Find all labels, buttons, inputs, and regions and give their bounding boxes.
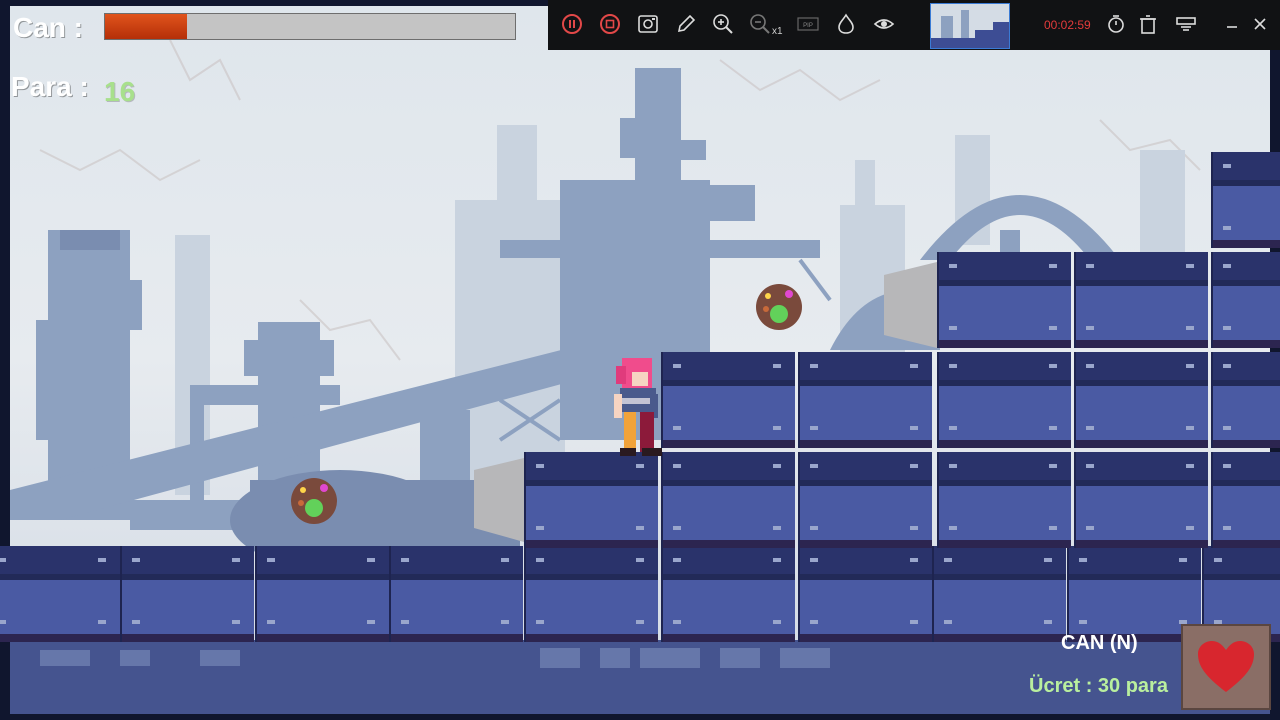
trash-icon[interactable] (1136, 12, 1160, 36)
health-label: Can : (13, 12, 83, 43)
game-viewport[interactable]: Can : Para : 16 CAN (N) Ücret : 30 para (0, 0, 1280, 720)
zoom-level: x1 (772, 26, 783, 37)
zoom-out-icon[interactable] (748, 12, 772, 36)
health-bar (104, 13, 516, 40)
shop-item-button[interactable] (1181, 624, 1271, 710)
health-bar-fill (105, 14, 187, 39)
shop-item-price: Ücret : 30 para (1029, 675, 1168, 697)
recorder-toolbar: x1 PIP 00:02:59 (548, 0, 1280, 50)
money-value: 16 (104, 76, 136, 107)
player-character (614, 358, 662, 456)
stop-icon[interactable] (598, 12, 622, 36)
eye-icon[interactable] (872, 12, 896, 36)
pip-label: PIP (803, 23, 813, 29)
recording-preview-thumbnail[interactable] (930, 3, 1010, 49)
money-label: Para : (11, 71, 89, 102)
drop-icon[interactable] (834, 12, 858, 36)
pause-icon[interactable] (560, 12, 584, 36)
heart-icon (1198, 641, 1254, 692)
screenshot-icon[interactable] (636, 12, 660, 36)
recording-timer: 00:02:59 (1044, 18, 1091, 32)
zoom-in-icon[interactable] (711, 12, 735, 36)
pencil-icon[interactable] (674, 12, 698, 36)
minimize-icon[interactable] (1220, 12, 1244, 36)
pip-icon[interactable]: PIP (796, 12, 820, 36)
close-icon[interactable] (1248, 12, 1272, 36)
shop-item-title: CAN (N) (1061, 632, 1138, 654)
timer-icon[interactable] (1104, 12, 1128, 36)
settings-icon[interactable] (1174, 12, 1198, 36)
